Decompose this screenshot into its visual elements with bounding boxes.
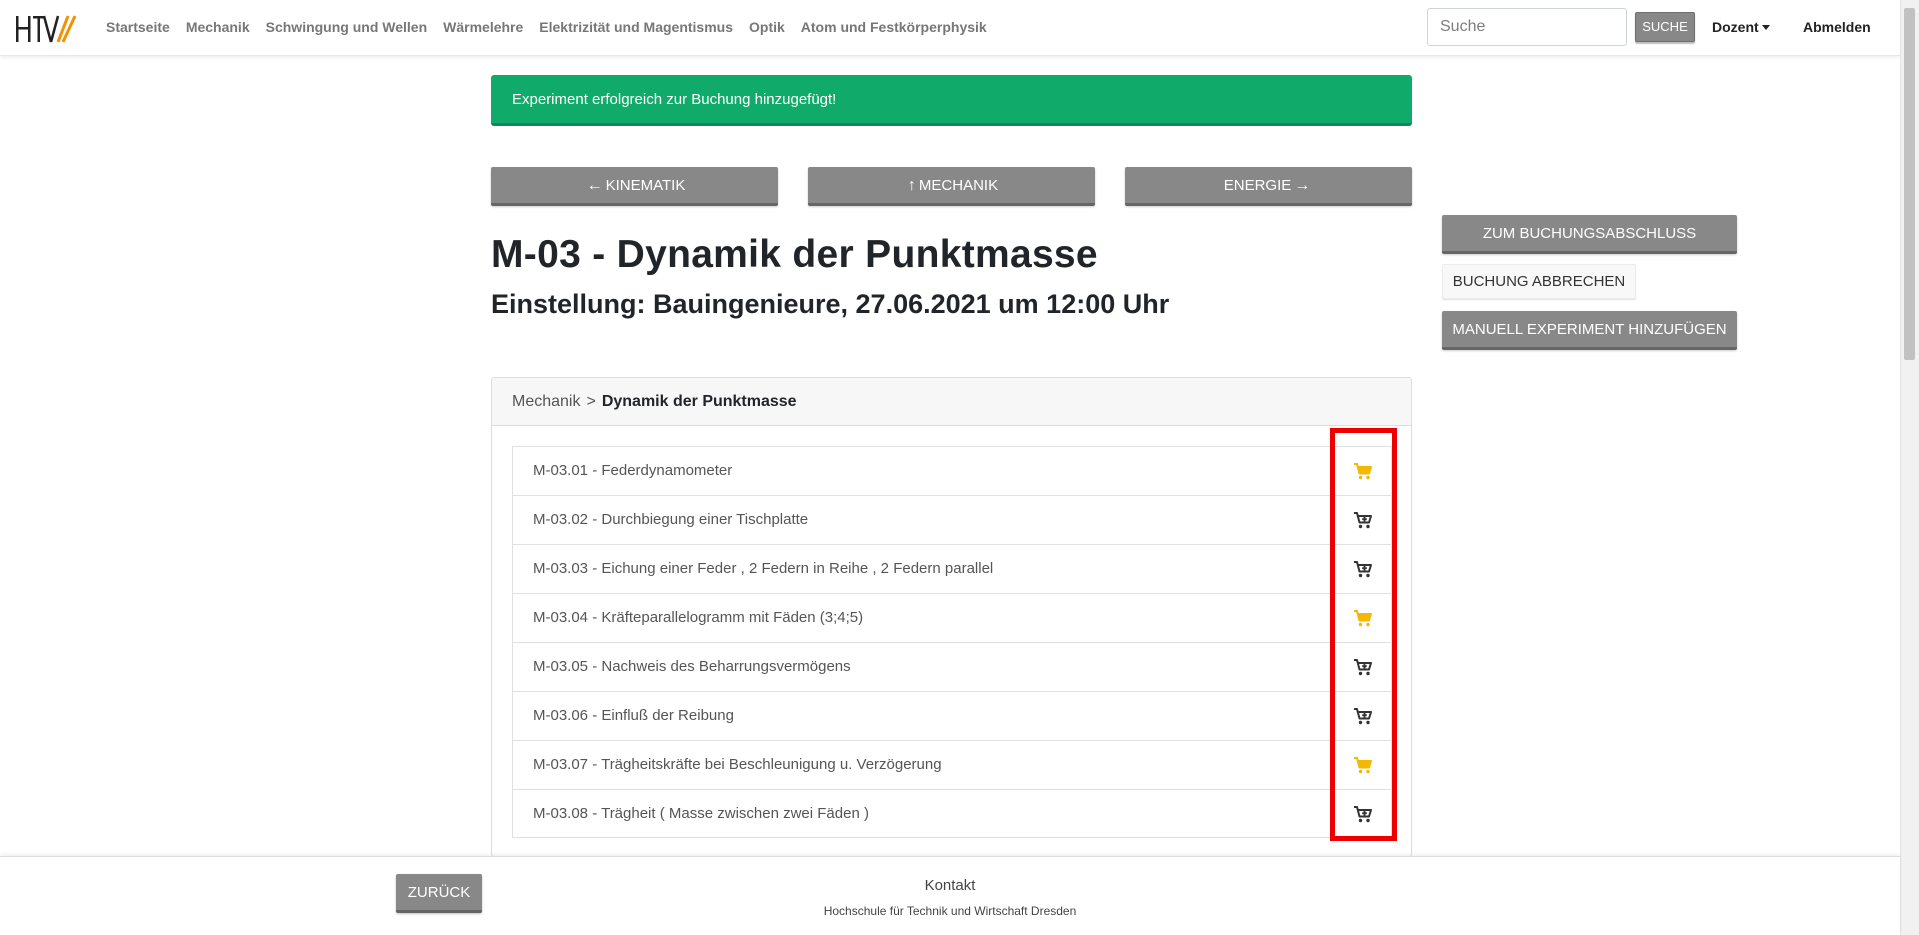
htw-logo[interactable] (16, 14, 82, 44)
main-nav: Startseite Mechanik Schwingung und Welle… (106, 19, 1003, 35)
list-item[interactable]: M-03.08 - Trägheit ( Masse zwischen zwei… (512, 789, 1392, 838)
next-topic-label: ENERGIE (1223, 177, 1292, 194)
list-item[interactable]: M-03.05 - Nachweis des Beharrungsvermöge… (512, 642, 1392, 691)
cancel-booking-button[interactable]: BUCHUNG ABBRECHEN (1442, 264, 1636, 299)
next-topic-button[interactable]: ENERGIE → (1125, 167, 1412, 206)
breadcrumb-current: Dynamik der Punktmasse (601, 393, 797, 410)
search-input[interactable] (1427, 8, 1627, 46)
add-to-cart-icon[interactable] (1353, 805, 1373, 823)
complete-booking-button[interactable]: ZUM BUCHUNGSABSCHLUSS (1442, 215, 1737, 254)
arrow-up-icon: ↑ (907, 177, 916, 194)
experiment-label: M-03.03 - Eichung einer Feder , 2 Federn… (533, 560, 994, 577)
top-navbar: Startseite Mechanik Schwingung und Welle… (0, 0, 1900, 56)
list-item[interactable]: M-03.07 - Trägheitskräfte bei Beschleuni… (512, 740, 1392, 789)
chevron-down-icon (1761, 24, 1770, 30)
experiment-label: M-03.05 - Nachweis des Beharrungsvermöge… (533, 658, 851, 675)
breadcrumb-parent[interactable]: Mechanik (512, 393, 580, 410)
experiment-card: Mechanik > Dynamik der Punktmasse M-03.01 … (491, 377, 1412, 857)
breadcrumb: Mechanik > Dynamik der Punktmasse (492, 378, 1411, 426)
breadcrumb-separator: > (586, 393, 596, 410)
list-item[interactable]: M-03.06 - Einfluß der Reibung (512, 691, 1392, 740)
list-item[interactable]: M-03.04 - Kräfteparallelogramm mit Fäden… (512, 593, 1392, 642)
manual-add-experiment-button[interactable]: MANUELL EXPERIMENT HINZUFÜGEN (1442, 311, 1737, 350)
list-item[interactable]: M-03.02 - Durchbiegung einer Tischplatte (512, 495, 1392, 544)
nav-link-atom-festkoerperphysik[interactable]: Atom und Festkörperphysik (801, 19, 987, 35)
institution-name: Hochschule für Technik und Wirtschaft Dr… (823, 904, 1077, 918)
experiment-label: M-03.06 - Einfluß der Reibung (533, 707, 734, 724)
add-to-cart-icon[interactable] (1353, 560, 1373, 578)
up-topic-button[interactable]: ↑ MECHANIK (808, 167, 1095, 206)
add-to-cart-icon[interactable] (1353, 658, 1373, 676)
contact-link[interactable]: Kontakt (0, 877, 1900, 894)
page-subtitle: Einstellung: Bauingenieure, 27.06.2021 u… (491, 289, 1170, 319)
arrow-right-icon: → (1294, 177, 1311, 194)
nav-link-optik[interactable]: Optik (749, 19, 785, 35)
experiment-label: M-03.08 - Trägheit ( Masse zwischen zwei… (533, 805, 869, 822)
cart-in-booking-icon[interactable] (1353, 609, 1373, 627)
experiment-label: M-03.01 - Federdynamometer (533, 462, 733, 479)
scrollbar-thumb[interactable] (1904, 8, 1915, 360)
cart-in-booking-icon[interactable] (1353, 462, 1373, 480)
prev-topic-button[interactable]: ← KINEMATIK (491, 167, 778, 206)
arrow-left-icon: ← (586, 177, 603, 194)
search-button[interactable]: SUCHE (1635, 12, 1695, 42)
list-item[interactable]: M-03.01 - Federdynamometer (512, 446, 1392, 495)
nav-link-waermelehre[interactable]: Wärmelehre (443, 19, 523, 35)
experiment-label: M-03.02 - Durchbiegung einer Tischplatte (533, 511, 809, 528)
cart-in-booking-icon[interactable] (1353, 756, 1373, 774)
logout-link[interactable]: Abmelden (1803, 19, 1871, 35)
nav-link-schwingung-und-wellen[interactable]: Schwingung und Wellen (266, 19, 428, 35)
list-item[interactable]: M-03.03 - Eichung einer Feder , 2 Federn… (512, 544, 1392, 593)
experiment-label: M-03.07 - Trägheitskräfte bei Beschleuni… (533, 756, 942, 773)
prev-topic-label: KINEMATIK (605, 177, 686, 194)
nav-link-elektrizitaet[interactable]: Elektrizität und Magentismus (539, 19, 733, 35)
experiment-label: M-03.04 - Kräfteparallelogramm mit Fäden… (533, 609, 864, 626)
add-to-cart-icon[interactable] (1353, 511, 1373, 529)
user-menu-label: Dozent (1712, 19, 1759, 35)
add-to-cart-icon[interactable] (1353, 707, 1373, 725)
success-alert: Experiment erfolgreich zur Buchung hinzu… (491, 75, 1412, 126)
nav-link-mechanik[interactable]: Mechanik (186, 19, 250, 35)
page-title: M-03 - Dynamik der Punktmasse (491, 233, 1098, 276)
up-topic-label: MECHANIK (918, 177, 999, 194)
nav-link-startseite[interactable]: Startseite (106, 19, 170, 35)
user-menu-dropdown[interactable]: Dozent (1712, 19, 1770, 35)
experiment-list: M-03.01 - Federdynamometer M-03.02 - Durc… (512, 446, 1392, 838)
footer: ZURÜCK Kontakt Hochschule für Technik un… (0, 856, 1900, 935)
